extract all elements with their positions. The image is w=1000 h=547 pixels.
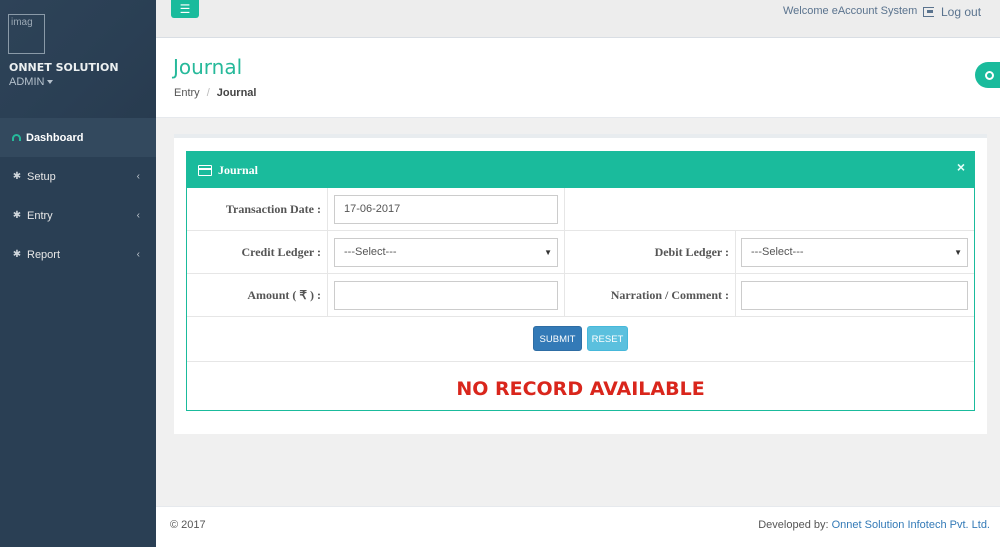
gear-icon: ✱ (12, 171, 22, 182)
settings-float-button[interactable] (975, 62, 1000, 88)
sidebar-item-setup[interactable]: ✱ Setup ‹ (0, 157, 156, 196)
reset-button[interactable]: RESET (587, 326, 628, 351)
developer-credit: Developed by: Onnet Solution Infotech Pv… (758, 519, 990, 531)
breadcrumb-current: Journal (216, 87, 257, 99)
debit-ledger-label: Debit Ledger : (565, 231, 736, 274)
amount-label: Amount ( ₹ ) : (187, 274, 328, 317)
dropdown-arrow-icon: ▼ (954, 248, 962, 257)
breadcrumb: Entry / Journal (174, 87, 256, 99)
copyright-text: © 2017 (170, 519, 206, 531)
caret-down-icon (47, 80, 54, 85)
company-name: ONNET SOLUTION (9, 61, 119, 74)
no-record-message: NO RECORD AVAILABLE (456, 378, 705, 400)
transaction-date-cell: 17-06-2017 (328, 188, 565, 231)
top-navbar: ☰ Welcome eAccount System Log out (156, 0, 1000, 38)
breadcrumb-separator: / (206, 87, 210, 99)
debit-ledger-cell: ---Select--- ▼ (736, 231, 974, 274)
sidebar-item-label: Setup (27, 170, 56, 183)
sidebar: imag ONNET SOLUTION ADMIN Dashboard ✱ Se… (0, 0, 156, 547)
role-dropdown[interactable]: ADMIN (9, 76, 54, 88)
amount-input[interactable] (334, 281, 558, 310)
form-actions: SUBMIT RESET (187, 319, 974, 362)
sidebar-item-label: Report (27, 248, 61, 261)
debit-ledger-select[interactable]: ---Select--- ▼ (741, 238, 968, 267)
panel-title: Journal (218, 162, 259, 177)
credit-ledger-cell: ---Select--- ▼ (328, 231, 565, 274)
gear-icon: ✱ (12, 210, 22, 221)
sidebar-item-report[interactable]: ✱ Report ‹ (0, 235, 156, 274)
dropdown-arrow-icon: ▼ (544, 248, 552, 257)
sidebar-item-entry[interactable]: ✱ Entry ‹ (0, 196, 156, 235)
sidebar-profile: imag ONNET SOLUTION ADMIN (0, 0, 156, 118)
page-title: Journal (173, 55, 243, 79)
chevron-left-icon: ‹ (136, 171, 140, 182)
form-row-ledgers: Credit Ledger : ---Select--- ▼ Debit Ledg… (187, 231, 974, 274)
page-header: Journal Entry / Journal (156, 38, 1000, 118)
sign-out-icon (923, 7, 934, 17)
footer: © 2017 Developed by: Onnet Solution Info… (156, 506, 1000, 547)
role-label: ADMIN (9, 76, 45, 88)
form-row-date: Transaction Date : 17-06-2017 (187, 188, 974, 231)
journal-panel: Journal × Transaction Date : 17-06-2017 … (186, 151, 975, 411)
narration-cell (736, 274, 974, 317)
credit-card-icon (198, 164, 212, 176)
logout-label: Log out (941, 5, 982, 19)
amount-cell (328, 274, 565, 317)
menu-toggle-button[interactable]: ☰ (171, 0, 199, 18)
logo-image: imag (8, 14, 45, 54)
gear-icon: ✱ (12, 249, 22, 260)
hamburger-icon: ☰ (179, 2, 191, 16)
narration-input[interactable] (741, 281, 968, 310)
logout-link[interactable]: Log out (923, 5, 981, 19)
dashboard-icon (12, 134, 21, 141)
sidebar-item-dashboard[interactable]: Dashboard (0, 118, 156, 157)
panel-header: Journal × (187, 152, 974, 188)
sidebar-item-label: Entry (27, 209, 53, 222)
settings-icon (984, 70, 994, 80)
developer-link[interactable]: Onnet Solution Infotech Pvt. Ltd. (832, 519, 990, 531)
credit-ledger-label: Credit Ledger : (187, 231, 328, 274)
submit-button[interactable]: SUBMIT (533, 326, 582, 351)
breadcrumb-parent[interactable]: Entry (174, 87, 200, 99)
sidebar-item-label: Dashboard (26, 131, 84, 144)
narration-label: Narration / Comment : (565, 274, 736, 317)
credit-ledger-select[interactable]: ---Select--- ▼ (334, 238, 558, 267)
debit-ledger-value: ---Select--- (751, 246, 804, 258)
developed-by-label: Developed by: (758, 519, 832, 531)
form-row-amount: Amount ( ₹ ) : Narration / Comment : (187, 274, 974, 317)
transaction-date-input[interactable]: 17-06-2017 (334, 195, 558, 224)
credit-ledger-value: ---Select--- (344, 246, 397, 258)
welcome-text: Welcome eAccount System (783, 5, 918, 17)
transaction-date-label: Transaction Date : (187, 188, 328, 231)
chevron-left-icon: ‹ (136, 210, 140, 221)
chevron-left-icon: ‹ (136, 249, 140, 260)
close-icon[interactable]: × (957, 159, 965, 175)
